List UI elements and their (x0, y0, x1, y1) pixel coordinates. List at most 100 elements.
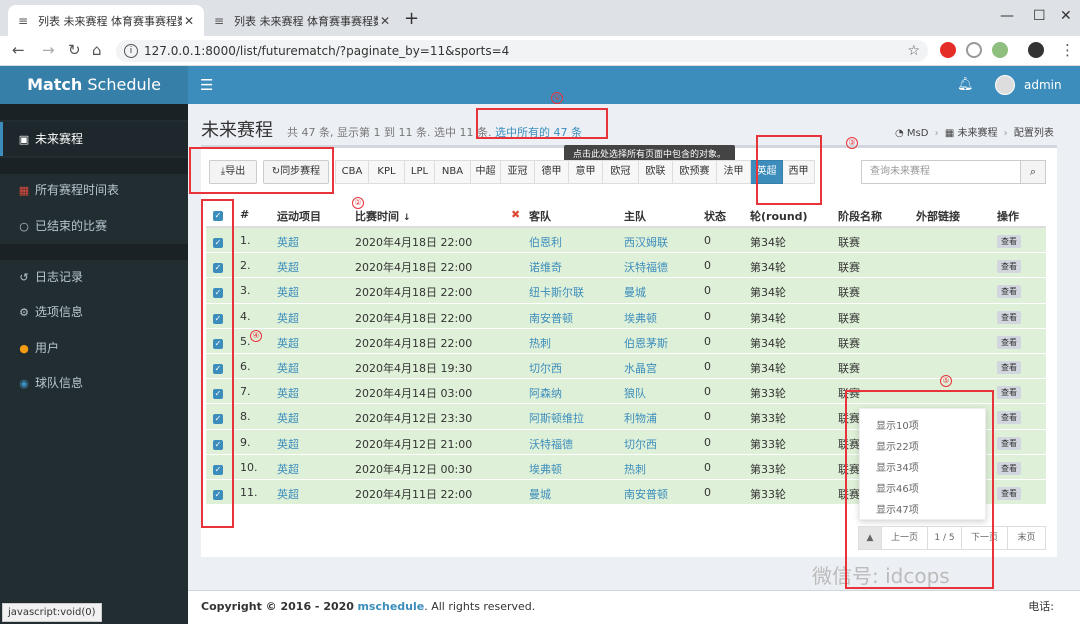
view-button[interactable]: 查看 (997, 335, 1021, 349)
sport-link[interactable]: 英超 (277, 385, 299, 401)
bookmark-star-icon[interactable]: ☆ (907, 40, 920, 62)
sidebar-item-options[interactable]: ⚙ 选项信息 (0, 295, 188, 329)
header-round[interactable]: 轮(round) (750, 208, 808, 224)
maximize-icon[interactable]: ☐ (1033, 8, 1046, 24)
table-row[interactable]: ✓ 4. 英超 2020年4月18日 22:00 南安普顿 埃弗顿 0 第34轮 联赛 查看 (206, 303, 1046, 329)
table-row[interactable]: ✓ 3. 英超 2020年4月18日 22:00 纽卡斯尔联 曼城 0 第34轮 联赛 查看 (206, 278, 1046, 304)
filter-tab[interactable]: 欧预赛 (673, 160, 717, 184)
sidebar-item-logs[interactable]: ↺ 日志记录 (0, 260, 188, 294)
avatar[interactable] (995, 75, 1015, 95)
extension-icon[interactable] (992, 42, 1008, 58)
filter-tab[interactable]: 法甲 (717, 160, 751, 184)
close-icon[interactable]: ✕ (378, 14, 392, 28)
table-row[interactable]: ✓ 5. 英超 2020年4月18日 22:00 热刺 伯恩茅斯 0 第34轮 联赛 查看 (206, 328, 1046, 354)
view-button[interactable]: 查看 (997, 234, 1021, 248)
away-team-link[interactable]: 纽卡斯尔联 (529, 284, 584, 300)
away-team-link[interactable]: 阿森纳 (529, 385, 562, 401)
view-button[interactable]: 查看 (997, 461, 1021, 475)
reload-icon[interactable]: ↻ (68, 41, 81, 59)
filter-tab[interactable]: CBA (335, 160, 369, 184)
away-team-link[interactable]: 埃弗顿 (529, 461, 562, 477)
menu-dots-icon[interactable]: ⋮ (1060, 41, 1075, 59)
extension-icon[interactable] (966, 42, 982, 58)
home-team-link[interactable]: 南安普顿 (624, 486, 668, 502)
home-team-link[interactable]: 沃特福德 (624, 259, 668, 275)
away-team-link[interactable]: 热刺 (529, 335, 551, 351)
sport-link[interactable]: 英超 (277, 284, 299, 300)
brand-link[interactable]: mschedule (357, 600, 424, 613)
browser-tab-1[interactable]: ≡ 列表 未来赛程 体育赛事赛程数据 ✕ (8, 5, 204, 36)
filter-tab[interactable]: 亚冠 (501, 160, 535, 184)
sidebar-item-users[interactable]: ● 用户 (0, 331, 188, 365)
home-team-link[interactable]: 狼队 (624, 385, 646, 401)
breadcrumb-item[interactable]: 未来赛程 (957, 128, 997, 139)
opera-extension-icon[interactable] (940, 42, 956, 58)
view-button[interactable]: 查看 (997, 385, 1021, 400)
new-tab-icon[interactable]: + (404, 10, 419, 28)
sport-link[interactable]: 英超 (277, 335, 299, 351)
table-row[interactable]: ✓ 6. 英超 2020年4月18日 19:30 切尔西 水晶宫 0 第34轮 联赛 查看 (206, 353, 1046, 380)
sport-link[interactable]: 英超 (277, 310, 299, 326)
home-team-link[interactable]: 利物浦 (624, 410, 657, 426)
app-logo[interactable]: Match Schedule (0, 66, 188, 104)
away-team-link[interactable]: 南安普顿 (529, 310, 573, 326)
away-team-link[interactable]: 伯恩利 (529, 234, 562, 250)
sport-link[interactable]: 英超 (277, 259, 299, 275)
filter-tab[interactable]: 欧冠 (603, 160, 639, 184)
filter-tab[interactable]: 中超 (471, 160, 501, 184)
away-team-link[interactable]: 曼城 (529, 486, 551, 502)
home-icon[interactable]: ⌂ (92, 41, 102, 59)
filter-tab[interactable]: NBA (435, 160, 471, 184)
filter-tab[interactable]: 欧联 (639, 160, 673, 184)
header-home[interactable]: 主队 (624, 208, 646, 224)
view-button[interactable]: 查看 (997, 310, 1021, 324)
header-stage[interactable]: 阶段名称 (838, 208, 882, 224)
home-team-link[interactable]: 热刺 (624, 461, 646, 477)
profile-icon[interactable] (1028, 42, 1044, 58)
home-team-link[interactable]: 埃弗顿 (624, 310, 657, 326)
view-button[interactable]: 查看 (997, 259, 1021, 274)
address-bar[interactable]: i 127.0.0.1:8000/list/futurematch/?pagin… (116, 40, 928, 62)
home-team-link[interactable]: 伯恩茅斯 (624, 335, 668, 351)
sport-link[interactable]: 英超 (277, 436, 299, 452)
home-team-link[interactable]: 切尔西 (624, 436, 657, 452)
minimize-icon[interactable]: — (1000, 8, 1014, 24)
filter-tab[interactable]: 意甲 (569, 160, 603, 184)
filter-tab[interactable]: 德甲 (535, 160, 569, 184)
sport-link[interactable]: 英超 (277, 410, 299, 426)
view-button[interactable]: 查看 (997, 284, 1021, 299)
close-icon[interactable]: ✕ (182, 14, 196, 28)
back-icon[interactable]: ← (12, 41, 25, 59)
view-button[interactable]: 查看 (997, 436, 1021, 450)
home-team-link[interactable]: 西汉姆联 (624, 234, 668, 250)
bell-icon[interactable]: 🔔︎ (957, 77, 974, 92)
filter-tab[interactable]: LPL (405, 160, 435, 184)
sport-link[interactable]: 英超 (277, 234, 299, 250)
search-icon[interactable]: ⌕ (1020, 160, 1046, 184)
remove-sort-icon[interactable]: ✖ (511, 208, 520, 221)
window-close-icon[interactable]: ✕ (1060, 8, 1072, 24)
sport-link[interactable]: 英超 (277, 486, 299, 502)
away-team-link[interactable]: 切尔西 (529, 360, 562, 376)
header-status[interactable]: 状态 (704, 208, 726, 224)
filter-tab[interactable]: KPL (369, 160, 405, 184)
table-row[interactable]: ✓ 2. 英超 2020年4月18日 22:00 诺维奇 沃特福德 0 第34轮 联赛 查看 (206, 253, 1046, 279)
header-sport[interactable]: 运动项目 (277, 208, 321, 224)
sport-link[interactable]: 英超 (277, 461, 299, 477)
view-button[interactable]: 查看 (997, 410, 1021, 425)
last-page-button[interactable]: 末页 (1008, 526, 1046, 550)
header-external-link[interactable]: 外部链接 (916, 208, 960, 224)
breadcrumb-item[interactable]: MsD (907, 128, 929, 139)
sidebar-item-finished-matches[interactable]: ○ 已结束的比赛 (0, 209, 188, 243)
search-input[interactable]: 查询未来赛程 (861, 160, 1021, 184)
header-away[interactable]: 客队 (529, 208, 551, 224)
header-time[interactable]: 比赛时间 ↓ (355, 208, 410, 224)
table-row[interactable]: ✓ 1. 英超 2020年4月18日 22:00 伯恩利 西汉姆联 0 第34轮 联赛 查看 (206, 228, 1046, 254)
home-team-link[interactable]: 曼城 (624, 284, 646, 300)
browser-tab-2[interactable]: ≡ 列表 未来赛程 体育赛事赛程数据 ✕ (204, 5, 400, 36)
home-team-link[interactable]: 水晶宫 (624, 360, 657, 376)
sport-link[interactable]: 英超 (277, 360, 299, 376)
sidebar-toggle-icon[interactable]: ☰ (200, 76, 213, 94)
view-button[interactable]: 查看 (997, 486, 1021, 500)
sidebar-item-all-schedules[interactable]: ▦ 所有赛程时间表 (0, 173, 188, 207)
